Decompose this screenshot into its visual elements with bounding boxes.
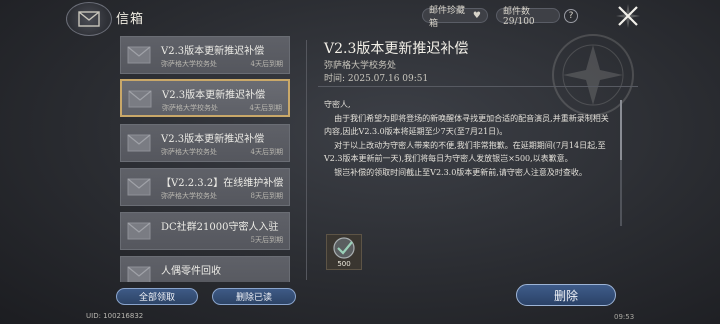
mail-item-0[interactable]: V2.3版本更新推迟补偿 弥萨格大学校务处 4天后到期 <box>120 36 290 74</box>
mail-item-3[interactable]: 【V2.2.3.2】在线维护补偿 弥萨格大学校务处 8天后到期 <box>120 168 290 206</box>
panel-divider <box>306 40 307 280</box>
delete-read-button[interactable]: 删除已读 <box>212 288 296 305</box>
mail-sender: 弥萨格大学校务处 <box>161 148 217 156</box>
mail-count-badge: 邮件数29/100 <box>496 7 560 27</box>
collection-box-button[interactable]: 邮件珍藏箱 ♥ <box>422 6 488 29</box>
detail-body: 守密人, 由于我们希望为即将登场的新唤醒体寻找更加合适的配音演员,并重新录制相关… <box>324 98 614 228</box>
envelope-icon <box>127 46 151 64</box>
mail-title: V2.3版本更新推迟补偿 <box>161 46 265 57</box>
scrollbar-thumb[interactable] <box>620 100 622 160</box>
page-title: 信箱 <box>116 12 145 27</box>
mail-count-label: 邮件数29/100 <box>503 7 535 27</box>
mail-title: DC社群21000守密人入驻 <box>161 222 279 233</box>
mail-sender: 弥萨格大学校务处 <box>161 60 217 68</box>
mail-expiry: 4天后到期 <box>250 60 283 68</box>
mail-title: V2.3版本更新推迟补偿 <box>161 134 265 145</box>
envelope-icon <box>127 134 151 152</box>
mail-sender: 弥萨格大学校务处 <box>161 192 217 200</box>
clock: 09:53 <box>614 313 635 321</box>
mail-title: V2.3版本更新推迟补偿 <box>162 90 266 101</box>
attachment-quantity: 500 <box>337 260 351 268</box>
attachment-item[interactable]: 500 <box>326 234 362 270</box>
mail-expiry: 5天后到期 <box>250 236 283 244</box>
detail-separator <box>318 86 638 87</box>
detail-scrollbar[interactable] <box>620 100 622 226</box>
heart-icon: ♥ <box>472 10 481 21</box>
collection-box-label: 邮件珍藏箱 <box>429 5 466 29</box>
detail-time: 时间: 2025.07.16 09:51 <box>324 74 429 84</box>
mail-title: 【V2.2.3.2】在线维护补偿 <box>161 178 284 189</box>
mail-expiry: 4天后到期 <box>250 148 283 156</box>
mail-emblem-icon <box>66 2 112 36</box>
body-paragraph: 对于以上改动为守密人带来的不便,我们非常抱歉。在延期期间(7月14日起,至V2.… <box>324 140 606 164</box>
mail-title: 人偶零件回收 <box>161 266 221 277</box>
envelope-icon <box>127 222 151 240</box>
mail-list[interactable]: V2.3版本更新推迟补偿 弥萨格大学校务处 4天后到期 V2.3版本更新推迟补偿… <box>118 34 294 282</box>
top-bar: 信箱 邮件珍藏箱 ♥ 邮件数29/100 ? <box>0 0 720 36</box>
envelope-icon <box>127 178 151 196</box>
mail-item-4[interactable]: DC社群21000守密人入驻 5天后到期 <box>120 212 290 250</box>
mail-item-1[interactable]: V2.3版本更新推迟补偿 弥萨格大学校务处 4天后到期 <box>120 79 290 117</box>
help-icon[interactable]: ? <box>564 9 578 23</box>
envelope-icon <box>128 90 152 108</box>
body-paragraph: 银岂补偿的领取时间截止至V2.3.0版本更新前,请守密人注意及时查收。 <box>324 167 587 177</box>
body-greeting: 守密人, <box>324 100 351 109</box>
envelope-icon <box>127 266 151 282</box>
detail-sender: 弥萨格大学校务处 <box>324 61 397 71</box>
mail-expiry: 8天后到期 <box>250 192 283 200</box>
mail-item-2[interactable]: V2.3版本更新推迟补偿 弥萨格大学校务处 4天后到期 <box>120 124 290 162</box>
delete-button[interactable]: 删除 <box>516 284 616 306</box>
mail-item-5[interactable]: 人偶零件回收 <box>120 256 290 282</box>
mail-expiry: 4天后到期 <box>249 104 282 112</box>
claim-all-button[interactable]: 全部领取 <box>116 288 198 305</box>
body-paragraph: 由于我们希望为即将登场的新唤醒体寻找更加合适的配音演员,并重新录制相关内容,因此… <box>324 113 609 137</box>
close-icon[interactable] <box>612 2 644 30</box>
detail-title: V2.3版本更新推迟补偿 <box>324 41 469 57</box>
user-id: UID: 100216832 <box>86 312 144 320</box>
silver-coin-icon <box>333 237 355 259</box>
mail-sender: 弥萨格大学校务处 <box>162 104 218 112</box>
